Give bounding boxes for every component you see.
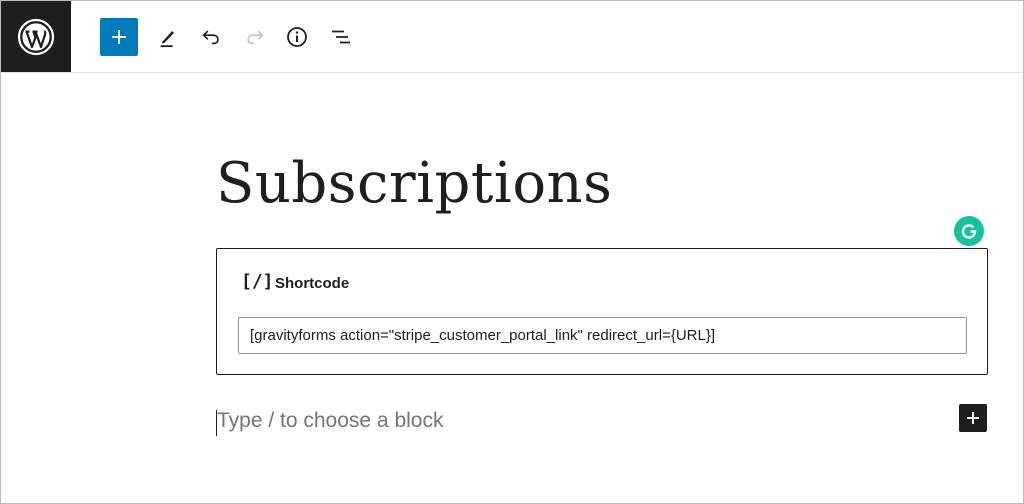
wordpress-logo-icon[interactable] [1, 1, 71, 72]
info-icon [287, 27, 307, 47]
block-inserter-button[interactable] [959, 404, 987, 432]
list-view-button[interactable] [323, 19, 359, 55]
undo-icon [202, 30, 219, 45]
post-title[interactable]: Subscriptions [216, 148, 612, 220]
pencil-icon [160, 31, 174, 48]
shortcode-input[interactable]: [gravityforms action="stripe_customer_po… [238, 317, 967, 354]
shortcode-icon: [/] [241, 271, 274, 292]
editor-header [1, 1, 1023, 73]
shortcode-block[interactable]: [/] Shortcode [gravityforms action="stri… [216, 248, 988, 375]
redo-icon [247, 30, 264, 45]
details-button[interactable] [279, 19, 315, 55]
grammarly-icon[interactable] [954, 216, 984, 246]
add-block-button[interactable] [100, 18, 138, 56]
redo-button[interactable] [237, 19, 273, 55]
block-placeholder[interactable]: Type / to choose a block [217, 409, 443, 433]
tools-button[interactable] [150, 19, 186, 55]
default-block-appender[interactable]: Type / to choose a block [216, 406, 988, 440]
plus-icon [967, 412, 979, 424]
shortcode-label: Shortcode [275, 275, 350, 292]
plus-icon [112, 30, 126, 44]
undo-button[interactable] [193, 19, 229, 55]
list-view-icon [332, 30, 350, 44]
